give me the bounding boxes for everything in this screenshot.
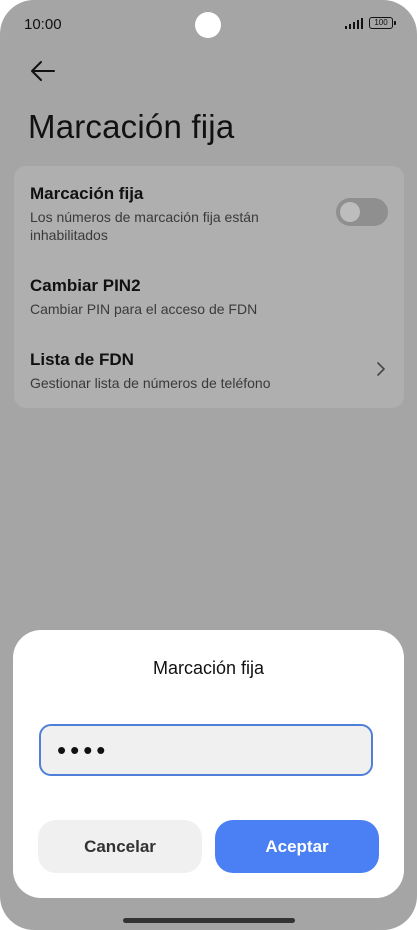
dialog-title: Marcación fija bbox=[152, 658, 265, 678]
toggle-knob bbox=[340, 202, 360, 222]
pin-input[interactable]: •••• bbox=[39, 724, 373, 776]
setting-fixed-dialing[interactable]: Marcación fija Los números de marcación … bbox=[30, 184, 360, 244]
camera-cutout bbox=[195, 12, 221, 38]
setting-title: Marcación fija bbox=[30, 184, 144, 203]
battery-icon: 100 bbox=[369, 17, 396, 29]
home-indicator[interactable] bbox=[123, 918, 295, 923]
back-arrow-icon[interactable] bbox=[28, 58, 58, 84]
setting-title: Cambiar PIN2 bbox=[30, 276, 141, 295]
phone-screen: 10:00 100 Marcación fija Marcación fija … bbox=[0, 0, 417, 930]
setting-subtitle: Cambiar PIN para el acceso de FDN bbox=[30, 301, 258, 317]
status-icons: 100 bbox=[345, 17, 396, 29]
setting-subtitle: Gestionar lista de números de teléfono bbox=[30, 375, 271, 391]
settings-card: Marcación fija Los números de marcación … bbox=[14, 166, 404, 408]
setting-fdn-list[interactable]: Lista de FDN Gestionar lista de números … bbox=[30, 350, 360, 392]
status-time: 10:00 bbox=[24, 16, 62, 33]
accept-button[interactable]: Aceptar bbox=[215, 820, 379, 873]
page-title: Marcación fija bbox=[28, 108, 235, 145]
setting-change-pin2[interactable]: Cambiar PIN2 Cambiar PIN para el acceso … bbox=[30, 276, 360, 318]
fixed-dialing-toggle[interactable] bbox=[336, 198, 388, 226]
setting-subtitle: Los números de marcación fija están inha… bbox=[30, 209, 259, 243]
cancel-button[interactable]: Cancelar bbox=[38, 820, 202, 873]
setting-title: Lista de FDN bbox=[30, 350, 134, 369]
chevron-right-icon bbox=[377, 362, 385, 376]
pin-dialog: Marcación fija •••• Cancelar Aceptar bbox=[13, 630, 404, 898]
signal-icon bbox=[345, 17, 363, 29]
